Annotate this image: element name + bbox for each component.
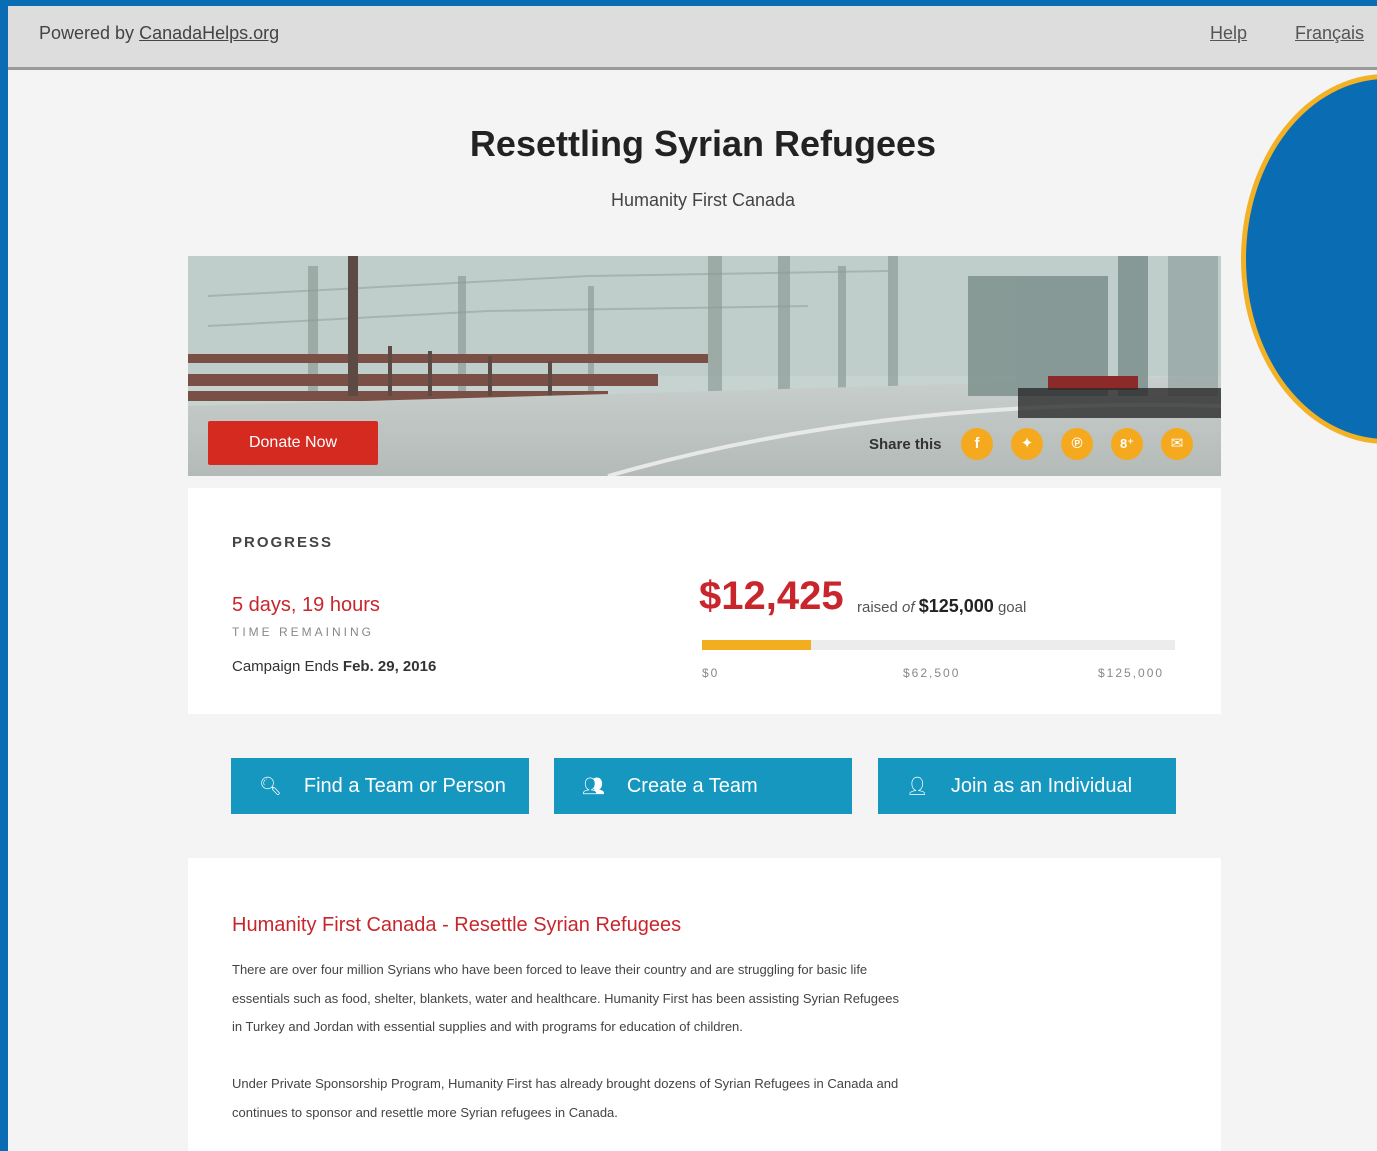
about-p1-line: in Turkey and Jordan with essential supp…: [232, 1019, 743, 1034]
create-team-button[interactable]: 👥︎ Create a Team: [554, 758, 852, 814]
about-paragraph-1: There are over four million Syrians who …: [232, 956, 1002, 1042]
about-p1-line: essentials such as food, shelter, blanke…: [232, 990, 899, 1006]
about-p2-line: Under Private Sponsorship Program, Human…: [232, 1076, 899, 1091]
page-title: Resettling Syrian Refugees: [469, 123, 937, 164]
goal-word: goal: [997, 599, 1027, 616]
raised-summary: raised of $125,000 goal: [857, 596, 1026, 617]
campaign-page: Powered by CanadaHelps.org Help Français…: [8, 6, 1377, 1151]
team-icon: 👥︎: [582, 775, 605, 796]
join-individual-label: Join as an Individual: [950, 774, 1133, 797]
raised-amount: $12,425: [699, 574, 844, 618]
organization-name: Humanity First Canada: [610, 190, 796, 210]
progress-bar: [702, 640, 1175, 650]
progress-tick-min: $0: [702, 666, 720, 680]
email-icon[interactable]: ✉: [1161, 428, 1193, 460]
campaign-ends: Campaign Ends Feb. 29, 2016: [232, 658, 436, 675]
time-remaining: 5 days, 19 hours: [232, 594, 380, 616]
share-label: Share this: [869, 436, 942, 453]
callout-line: Po: [1296, 141, 1377, 196]
progress-tick-mid: $62,500: [903, 666, 961, 680]
donate-now-button[interactable]: Donate Now: [208, 421, 378, 465]
callout-line: cam: [1296, 306, 1377, 361]
progress-tick-max: $125,000: [1098, 666, 1165, 680]
user-icon: 👤︎: [906, 775, 929, 796]
twitter-icon[interactable]: ✦: [1011, 428, 1043, 460]
callout-line: ov: [1296, 196, 1377, 251]
help-link[interactable]: Help: [1210, 23, 1247, 44]
language-link[interactable]: Français: [1295, 23, 1364, 44]
canadahelps-link[interactable]: CanadaHelps.org: [139, 23, 279, 43]
powered-by: Powered by CanadaHelps.org: [39, 23, 279, 44]
callout-line: char: [1296, 251, 1377, 306]
top-bar: Powered by CanadaHelps.org Help Français: [8, 6, 1377, 70]
facebook-icon[interactable]: f: [961, 428, 993, 460]
raised-word: raised: [857, 599, 898, 616]
about-p1-line: There are over four million Syrians who …: [232, 962, 868, 977]
progress-heading: PROGRESS: [232, 534, 334, 551]
search-icon: 🔍︎: [259, 775, 282, 796]
of-word: of: [902, 599, 915, 616]
about-card: Humanity First Canada - Resettle Syrian …: [188, 858, 1221, 1151]
about-p2-line: continues to sponsor and resettle more S…: [232, 1104, 618, 1120]
about-paragraph-2: Under Private Sponsorship Program, Human…: [232, 1070, 1002, 1127]
create-team-label: Create a Team: [626, 774, 758, 797]
progress-card: PROGRESS 5 days, 19 hours TIME REMAINING…: [188, 488, 1221, 714]
campaign-end-date: Feb. 29, 2016: [342, 658, 437, 675]
goal-amount: $125,000: [918, 596, 994, 616]
pinterest-icon[interactable]: ℗: [1061, 428, 1093, 460]
find-team-label: Find a Team or Person: [303, 774, 506, 797]
join-individual-button[interactable]: 👤︎ Join as an Individual: [878, 758, 1176, 814]
progress-bar-fill: [702, 640, 811, 650]
time-remaining-label: TIME REMAINING: [232, 625, 375, 639]
callout-text: Po ov char cam: [1296, 141, 1377, 361]
google-plus-icon[interactable]: 8⁺: [1111, 428, 1143, 460]
find-team-button[interactable]: 🔍︎ Find a Team or Person: [231, 758, 529, 814]
campaign-ends-prefix: Campaign Ends: [232, 658, 339, 675]
powered-prefix: Powered by: [39, 23, 135, 43]
hero-banner: Donate Now Share this f ✦ ℗ 8⁺ ✉: [188, 256, 1221, 476]
about-title: Humanity First Canada - Resettle Syrian …: [232, 914, 682, 936]
